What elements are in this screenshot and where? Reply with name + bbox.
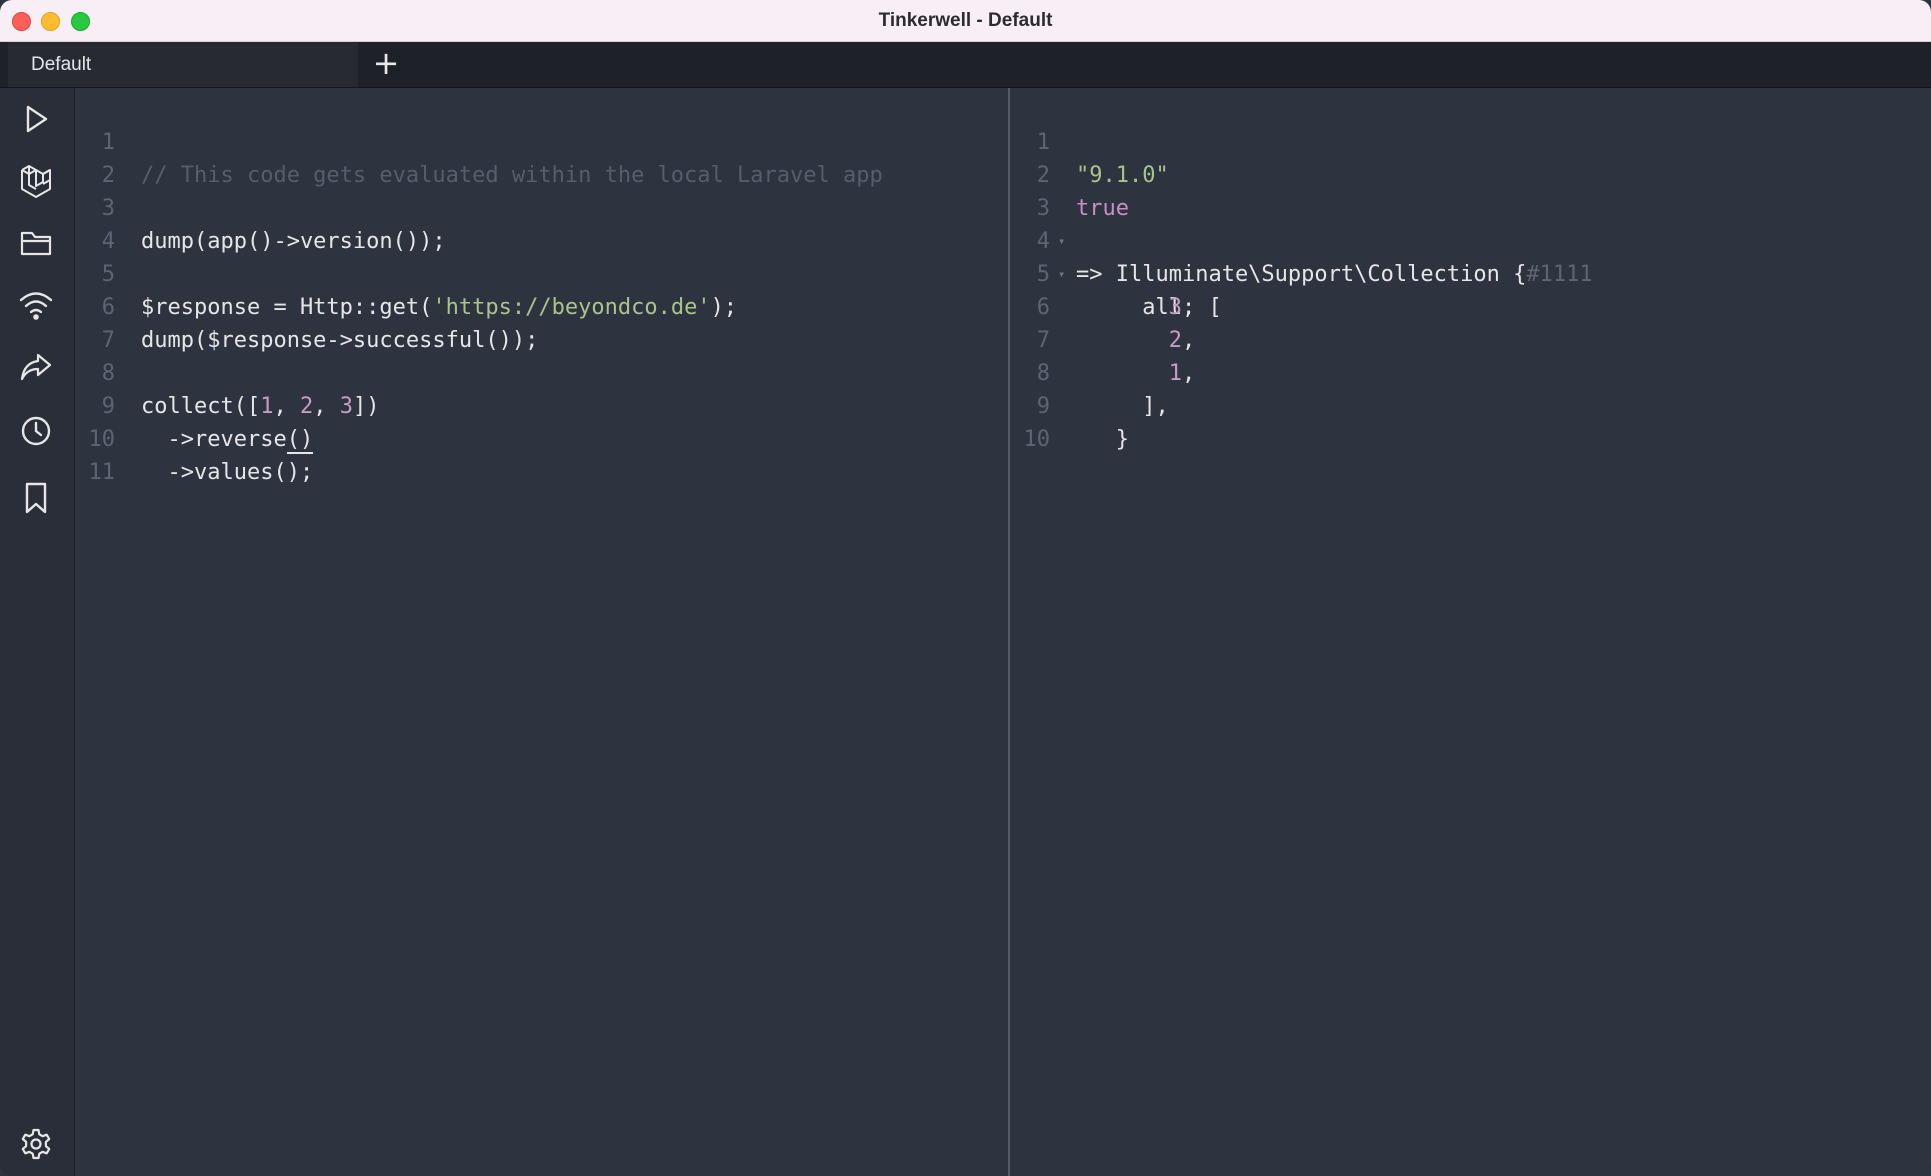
output-segment [1076, 361, 1169, 386]
output-line: 10 [1010, 390, 1089, 452]
title-bar: Tinkerwell - Default [0, 0, 1931, 42]
editor-line: 4 [75, 192, 154, 254]
folder-icon[interactable] [18, 225, 54, 261]
output-segment: , [1181, 295, 1196, 320]
output-line: 7 1, [1010, 291, 1195, 386]
output-segment [1076, 328, 1169, 353]
code-number: 3 [339, 394, 353, 419]
code-segment: , [313, 394, 340, 419]
line-number: 11 [88, 460, 116, 485]
code-text: dump($response->successful()); [141, 328, 539, 353]
output-segment: => Illuminate\Support\Collection { [1076, 262, 1527, 287]
settings-icon[interactable] [18, 1126, 54, 1162]
editor-line: 10 ->values(); [75, 390, 314, 485]
code-segment: ->reverse [141, 427, 287, 452]
line-number: 10 [1023, 427, 1051, 452]
output-segment [1076, 295, 1169, 320]
code-text: ->values(); [141, 460, 314, 485]
output-number: 2 [1168, 328, 1182, 353]
run-icon[interactable] [18, 101, 54, 137]
object-id: #1111 [1526, 262, 1593, 287]
output-text: ], [1076, 394, 1169, 419]
editor-line: 11 [75, 423, 154, 485]
output-line: 1 "9.1.0" [1010, 93, 1169, 188]
tab-default[interactable]: Default [8, 42, 358, 87]
output-line: 8 ], [1010, 324, 1169, 419]
editor-line: 2 [75, 126, 154, 188]
laravel-icon[interactable] [18, 163, 54, 199]
tab-bar: Default + [0, 42, 1931, 88]
code-segment: $response = Http::get( [141, 295, 433, 320]
output-line: 2 true [1010, 126, 1129, 221]
code-segment: ]) [352, 394, 380, 419]
editor-line: 5 $response = Http::get('https://beyondc… [75, 225, 737, 320]
output-line: 6 2, [1010, 258, 1195, 353]
output-text: 1, [1076, 357, 1196, 390]
output-segment: , [1181, 361, 1196, 386]
code-text: ->reverse() [141, 423, 314, 456]
code-text: // This code gets evaluated within the l… [141, 163, 883, 188]
output-number: 1 [1168, 361, 1182, 386]
window-title: Tinkerwell - Default [878, 10, 1053, 31]
editor-line: 3 dump(app()->version()); [75, 159, 446, 254]
code-string: 'https://beyondco.de' [432, 295, 711, 320]
share-icon[interactable] [18, 349, 54, 385]
editor-line: 6 dump($response->successful()); [75, 258, 539, 353]
output-string: "9.1.0" [1076, 163, 1169, 188]
add-tab-button[interactable]: + [370, 47, 402, 80]
output-number: 3 [1168, 295, 1182, 320]
code-text: $response = Http::get('https://beyondco.… [141, 291, 737, 324]
code-segment: ); [710, 295, 738, 320]
output-line: 3 ▾ => Illuminate\Support\Collection {#1… [1010, 159, 1593, 287]
sidebar [0, 88, 75, 1176]
editor-line: 9 ->reverse() [75, 357, 314, 454]
code-text: collect([1, 2, 3]) [141, 390, 379, 423]
output-text: 2, [1076, 324, 1196, 357]
code-editor[interactable]: 1 // This code gets evaluated within the… [75, 88, 1010, 1176]
code-number: 2 [299, 394, 314, 419]
output-panel[interactable]: 1 "9.1.0" 2 true 3 ▾ => Illuminate\Suppo… [1010, 88, 1931, 1176]
app-window: Tinkerwell - Default Default + 1 // This… [0, 0, 1931, 1176]
bracket-match: () [286, 427, 314, 454]
history-icon[interactable] [18, 413, 54, 449]
code-segment: , [273, 394, 300, 419]
code-text: dump(app()->version()); [141, 229, 446, 254]
output-segment: , [1181, 328, 1196, 353]
output-line: 9 } [1010, 357, 1129, 452]
code-number: 1 [260, 394, 274, 419]
code-segment: collect([ [141, 394, 261, 419]
output-line: 5 3, [1010, 225, 1195, 320]
editor-line: 7 [75, 291, 154, 353]
output-text: => Illuminate\Support\Collection {#1111 [1076, 258, 1593, 291]
bookmark-icon[interactable] [18, 480, 54, 516]
output-text: 3, [1076, 291, 1196, 324]
wifi-icon[interactable] [18, 287, 54, 323]
output-line: 4 ▾ all: [ [1010, 192, 1222, 320]
editor-line: 1 // This code gets evaluated within the… [75, 93, 883, 188]
editor-line: 8 collect([1, 2, 3]) [75, 324, 380, 419]
